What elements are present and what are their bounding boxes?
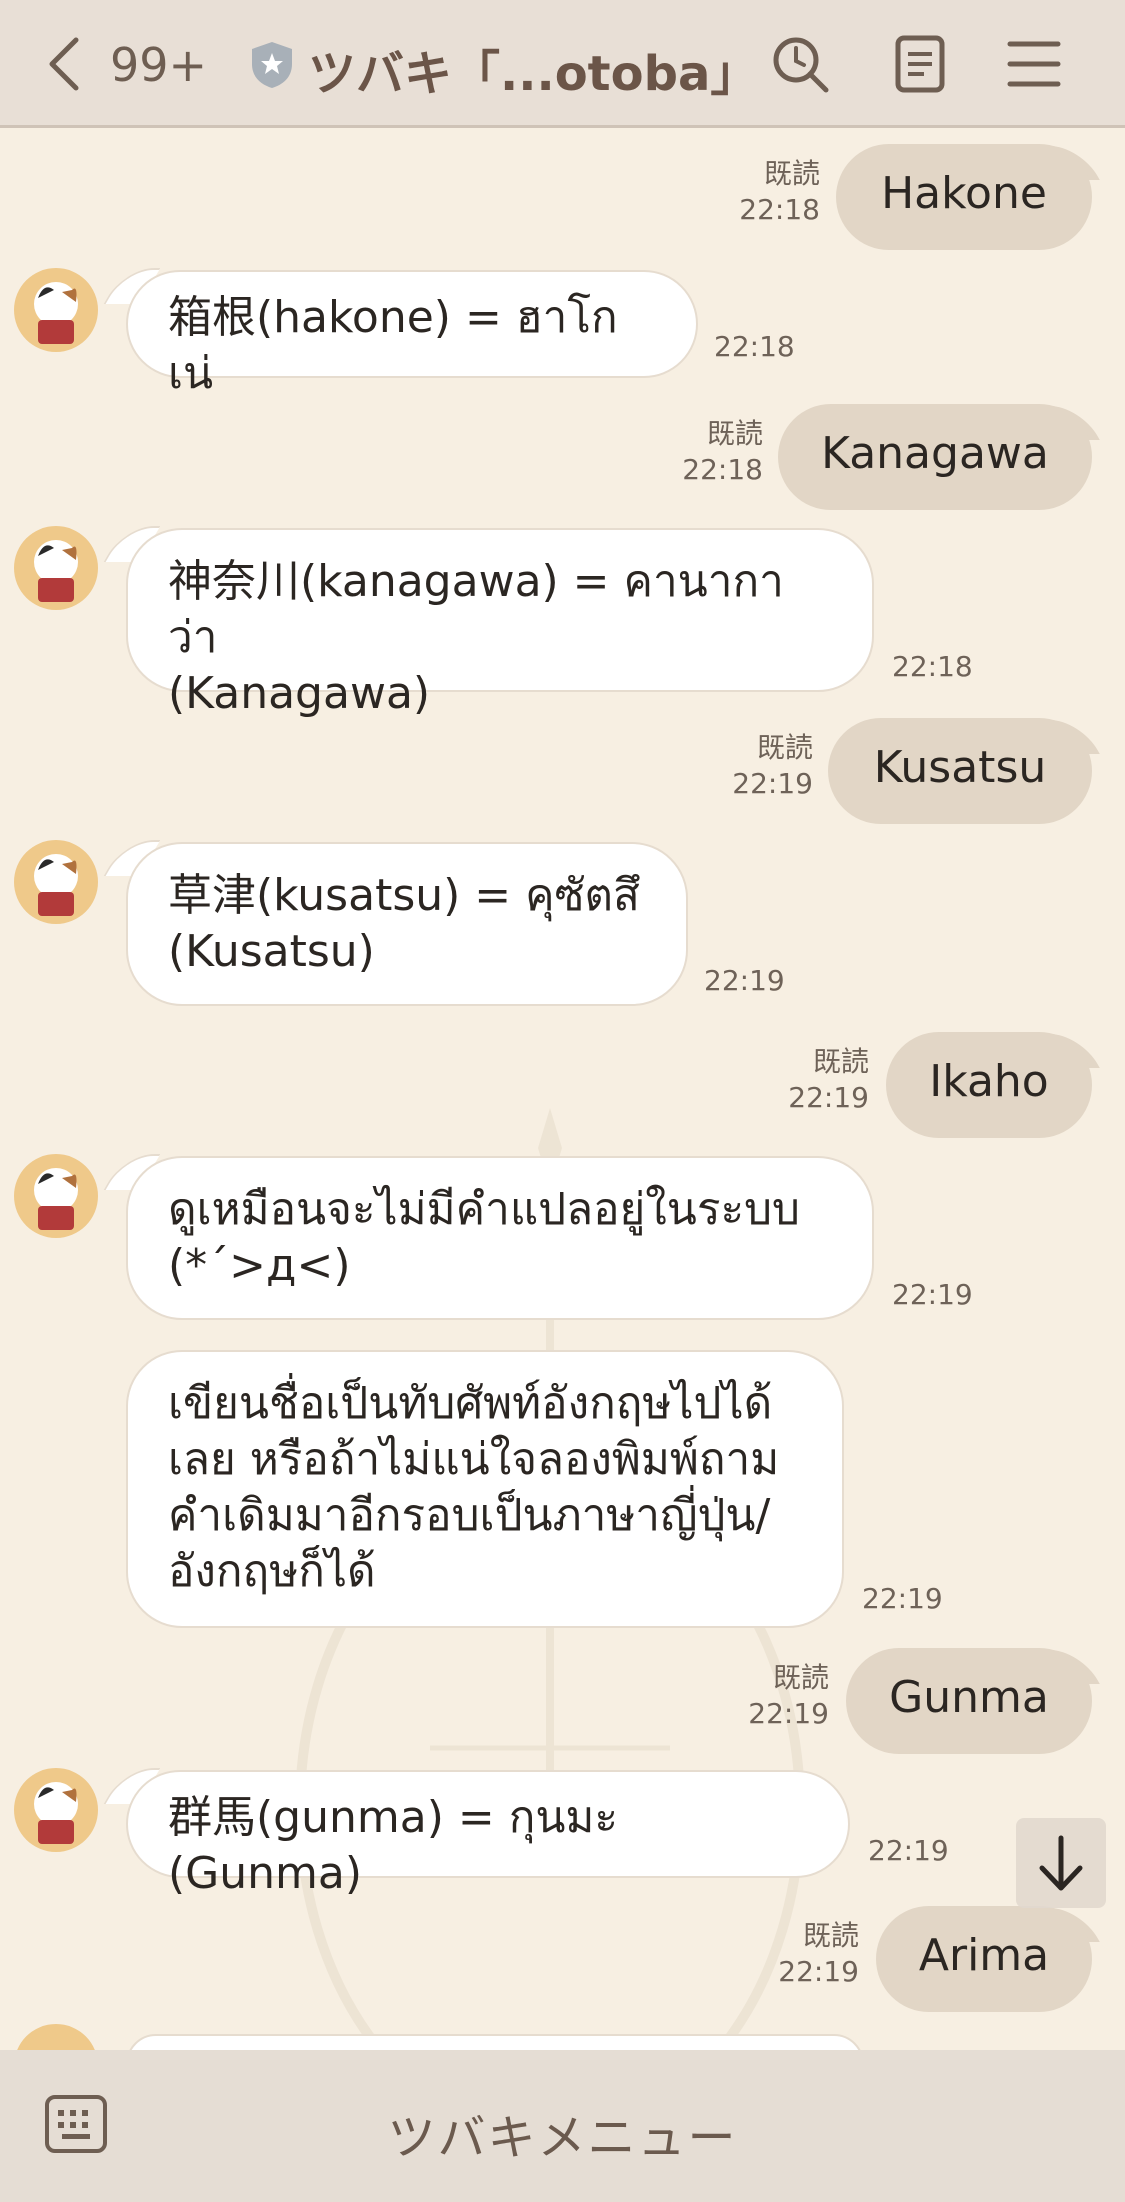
message-row: 既読 22:19 Gunma <box>0 1648 1125 1758</box>
unread-count[interactable]: 99+ <box>110 38 207 92</box>
message-meta: 既読 22:19 <box>693 730 813 802</box>
chat-header: 99+ ツバキ「...otoba」 <box>0 0 1125 128</box>
message-time: 22:19 <box>748 1697 829 1730</box>
message-bubble-incoming[interactable]: 神奈川(kanagawa) = คานากาว่า (Kanagawa) <box>126 528 874 719</box>
message-meta: 既読 22:19 <box>749 1044 869 1116</box>
message-meta: 既読 22:19 <box>739 1918 859 1990</box>
message-bubble-outgoing[interactable]: Kusatsu <box>828 718 1092 824</box>
cat-avatar-icon <box>34 1168 78 1230</box>
message-bubble-outgoing[interactable]: Kanagawa <box>778 404 1092 510</box>
message-time: 22:18 <box>739 193 820 226</box>
message-row: 群馬(gunma) = กุนมะ (Gunma) 22:19 <box>0 1768 1125 1899</box>
message-time: 22:18 <box>892 650 973 683</box>
shield-star-icon <box>252 42 292 88</box>
message-bubble-incoming[interactable]: ดูเหมือนจะไม่มีคำแปลอยู่ในระบบ (*´>д<) <box>126 1156 874 1320</box>
message-row: 既読 22:19 Arima <box>0 1906 1125 2016</box>
message-meta: 既読 22:18 <box>643 416 763 488</box>
read-receipt: 既読 <box>772 1661 829 1694</box>
message-row: 既読 22:19 Kusatsu <box>0 718 1125 828</box>
message-time: 22:19 <box>892 1278 973 1311</box>
message-bubble-incoming[interactable]: เขียนชื่อเป็นทับศัพท์อังกฤษไปได้ เลย หรื… <box>126 1350 844 1628</box>
chat-area[interactable]: 既読 22:18 Hakone 箱根(hakone) = ฮาโกเน่ 22:… <box>0 128 1125 2050</box>
message-time: 22:19 <box>862 1582 943 1615</box>
message-row: ดูเหมือนจะไม่มีคำแปลอยู่ในระบบ (*´>д<) 2… <box>0 1154 1125 1324</box>
scroll-to-bottom-icon[interactable] <box>1016 1818 1106 1908</box>
message-time: 22:19 <box>778 1955 859 1988</box>
rich-menu-toggle[interactable]: ツバキメニュー <box>0 2098 1125 2168</box>
bot-avatar[interactable] <box>14 840 98 924</box>
read-receipt: 既読 <box>802 1919 859 1952</box>
read-receipt: 既読 <box>756 731 813 764</box>
message-time: 22:19 <box>788 1081 869 1114</box>
read-receipt: 既読 <box>763 157 820 190</box>
chat-title[interactable]: ツバキ「...otoba」 <box>308 34 758 104</box>
read-receipt: 既読 <box>812 1045 869 1078</box>
message-bubble-outgoing[interactable]: Hakone <box>836 144 1092 250</box>
message-row: 既読 22:19 Ikaho <box>0 1032 1125 1142</box>
message-bubble-incoming[interactable]: 草津(kusatsu) = คุซัตสึ (Kusatsu) <box>126 842 688 1006</box>
bot-avatar[interactable] <box>14 268 98 352</box>
bot-avatar[interactable] <box>14 1154 98 1238</box>
bot-avatar[interactable] <box>14 1768 98 1852</box>
bot-avatar[interactable] <box>14 526 98 610</box>
read-receipt: 既読 <box>706 417 763 450</box>
hamburger-menu-icon[interactable] <box>1004 34 1064 94</box>
message-row: 神奈川(kanagawa) = คานากาว่า (Kanagawa) 22:… <box>0 526 1125 719</box>
search-icon[interactable] <box>770 34 830 94</box>
message-row: 既読 22:18 Kanagawa <box>0 404 1125 514</box>
message-time: 22:19 <box>704 964 785 997</box>
bottom-bar: ツバキメニュー <box>0 2050 1125 2202</box>
message-time: 22:19 <box>732 767 813 800</box>
cat-avatar-icon <box>34 282 78 344</box>
message-bubble-outgoing[interactable]: Gunma <box>846 1648 1092 1754</box>
message-time: 22:19 <box>868 1834 949 1867</box>
bot-avatar <box>14 2024 98 2050</box>
message-time: 22:18 <box>714 330 795 363</box>
message-bubble-outgoing[interactable]: Arima <box>876 1906 1092 2012</box>
note-icon[interactable] <box>890 34 950 94</box>
message-row: เขียนชื่อเป็นทับศัพท์อังกฤษไปได้ เลย หรื… <box>0 1350 1125 1630</box>
message-bubble-incoming[interactable]: 箱根(hakone) = ฮาโกเน่ <box>126 270 698 399</box>
message-row: 既読 22:18 Hakone <box>0 144 1125 254</box>
message-bubble-incoming[interactable]: 群馬(gunma) = กุนมะ (Gunma) <box>126 1770 850 1899</box>
cat-avatar-icon <box>34 540 78 602</box>
message-row: 草津(kusatsu) = คุซัตสึ (Kusatsu) 22:19 <box>0 840 1125 1010</box>
message-row: 箱根(hakone) = ฮาโกเน่ 22:18 <box>0 268 1125 399</box>
message-time: 22:18 <box>682 453 763 486</box>
message-bubble-outgoing[interactable]: Ikaho <box>886 1032 1092 1138</box>
cat-avatar-icon <box>34 1782 78 1844</box>
back-chevron-icon[interactable] <box>44 34 84 94</box>
message-meta: 既読 22:18 <box>700 156 820 228</box>
message-bubble-incoming-partial <box>126 2034 864 2050</box>
message-meta: 既読 22:19 <box>709 1660 829 1732</box>
cat-avatar-icon <box>34 854 78 916</box>
